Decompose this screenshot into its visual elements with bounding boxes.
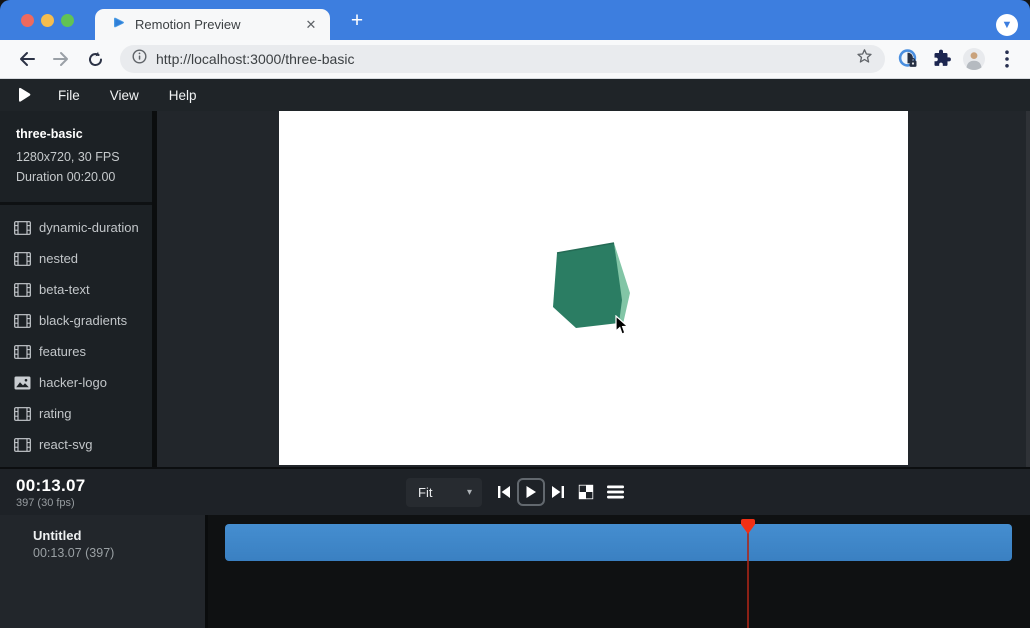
bookmark-star-icon[interactable] xyxy=(856,48,873,70)
compositions-sidebar: three-basic 1280x720, 30 FPS Duration 00… xyxy=(0,111,152,467)
composition-name: three-basic xyxy=(16,127,152,141)
sidebar-item-black-gradients[interactable]: black-gradients xyxy=(0,305,152,336)
password-manager-icon[interactable] xyxy=(895,46,921,72)
track-name: Untitled xyxy=(33,528,205,543)
fit-dropdown-value: Fit xyxy=(418,485,467,500)
remotion-favicon-icon xyxy=(111,15,126,35)
sidebar-item-label: hacker-logo xyxy=(39,375,107,390)
transport-controls: Fit ▾ xyxy=(406,469,624,515)
menu-view[interactable]: View xyxy=(110,88,139,103)
sidebar-item-label: rating xyxy=(39,406,72,421)
zoom-fit-dropdown[interactable]: Fit ▾ xyxy=(406,478,482,507)
time-display: 00:13.07 397 (30 fps) xyxy=(16,476,86,509)
url-text[interactable]: http://localhost:3000/three-basic xyxy=(156,51,856,67)
scrollbar-track[interactable] xyxy=(1026,111,1030,467)
sidebar-item-label: react-svg xyxy=(39,437,92,452)
film-icon xyxy=(14,283,31,297)
play-button[interactable] xyxy=(517,478,545,506)
back-icon[interactable] xyxy=(13,45,41,73)
new-tab-button[interactable]: + xyxy=(344,8,370,34)
skip-to-end-button[interactable] xyxy=(551,485,565,499)
sequence-bar[interactable] xyxy=(225,524,1012,561)
film-icon xyxy=(14,407,31,421)
forward-icon[interactable] xyxy=(47,45,75,73)
sidebar-item-features[interactable]: features xyxy=(0,336,152,367)
sidebar-item-rating[interactable]: rating xyxy=(0,398,152,429)
site-info-icon[interactable] xyxy=(132,49,147,69)
transparency-checkerboard-toggle[interactable] xyxy=(578,484,594,500)
extension-area xyxy=(895,46,1020,72)
playhead-marker[interactable] xyxy=(741,519,755,535)
url-bar[interactable]: http://localhost:3000/three-basic xyxy=(120,45,885,73)
three-basic-cube xyxy=(279,111,908,465)
skip-to-start-button[interactable] xyxy=(497,485,511,499)
sidebar-item-dynamic-duration[interactable]: dynamic-duration xyxy=(0,212,152,243)
composition-resolution: 1280x720, 30 FPS xyxy=(16,150,152,164)
composition-list: dynamic-duration nested beta-text black-… xyxy=(0,205,152,460)
film-icon xyxy=(14,221,31,235)
tab-title: Remotion Preview xyxy=(135,17,302,32)
sidebar-item-nested[interactable]: nested xyxy=(0,243,152,274)
main-area: three-basic 1280x720, 30 FPS Duration 00… xyxy=(0,111,1030,467)
film-icon xyxy=(14,314,31,328)
browser-toolbar: http://localhost:3000/three-basic xyxy=(0,40,1030,79)
remotion-logo-icon[interactable] xyxy=(16,86,32,104)
playhead-line[interactable] xyxy=(747,526,749,628)
profile-avatar[interactable] xyxy=(961,46,987,72)
minimize-window-button[interactable] xyxy=(41,14,54,27)
preview-area xyxy=(157,111,1030,467)
current-composition-info: three-basic 1280x720, 30 FPS Duration 00… xyxy=(0,111,152,205)
film-icon xyxy=(14,345,31,359)
timeline-panel: Untitled 00:13.07 (397) xyxy=(0,515,1030,628)
player-controls-bar: 00:13.07 397 (30 fps) Fit ▾ xyxy=(0,467,1030,515)
sidebar-item-hacker-logo[interactable]: hacker-logo xyxy=(0,367,152,398)
sidebar-item-label: dynamic-duration xyxy=(39,220,139,235)
zoom-window-button[interactable] xyxy=(61,14,74,27)
current-timecode: 00:13.07 xyxy=(16,476,86,496)
chevron-down-icon: ▾ xyxy=(467,487,472,498)
sidebar-item-beta-text[interactable]: beta-text xyxy=(0,274,152,305)
menu-help[interactable]: Help xyxy=(169,88,197,103)
hamburger-menu-icon[interactable] xyxy=(607,485,624,499)
close-window-button[interactable] xyxy=(21,14,34,27)
extensions-puzzle-icon[interactable] xyxy=(928,46,954,72)
sidebar-item-react-svg[interactable]: react-svg xyxy=(0,429,152,460)
browser-window: Remotion Preview ✕ + ▼ http://localhost:… xyxy=(0,0,1030,628)
timeline-track-header: Untitled 00:13.07 (397) xyxy=(0,515,205,628)
mouse-cursor-icon xyxy=(615,315,630,337)
sidebar-item-label: black-gradients xyxy=(39,313,127,328)
image-icon xyxy=(14,376,31,390)
timeline-track-area[interactable] xyxy=(208,515,1030,628)
browser-menu-kebab-icon[interactable] xyxy=(994,46,1020,72)
chevron-down-icon[interactable]: ▼ xyxy=(996,14,1018,36)
video-canvas[interactable] xyxy=(279,111,908,465)
menu-file[interactable]: File xyxy=(58,88,80,103)
tab-close-icon[interactable]: ✕ xyxy=(302,16,320,34)
sidebar-item-label: features xyxy=(39,344,86,359)
composition-duration: Duration 00:20.00 xyxy=(16,170,152,184)
browser-tab[interactable]: Remotion Preview ✕ xyxy=(95,9,330,40)
film-icon xyxy=(14,252,31,266)
browser-titlebar: Remotion Preview ✕ + ▼ xyxy=(0,0,1030,40)
sidebar-item-label: beta-text xyxy=(39,282,90,297)
reload-icon[interactable] xyxy=(81,45,109,73)
track-time: 00:13.07 (397) xyxy=(33,546,205,560)
current-frame-info: 397 (30 fps) xyxy=(16,497,86,509)
sidebar-item-label: nested xyxy=(39,251,78,266)
film-icon xyxy=(14,438,31,452)
app-menubar: File View Help xyxy=(0,79,1030,111)
